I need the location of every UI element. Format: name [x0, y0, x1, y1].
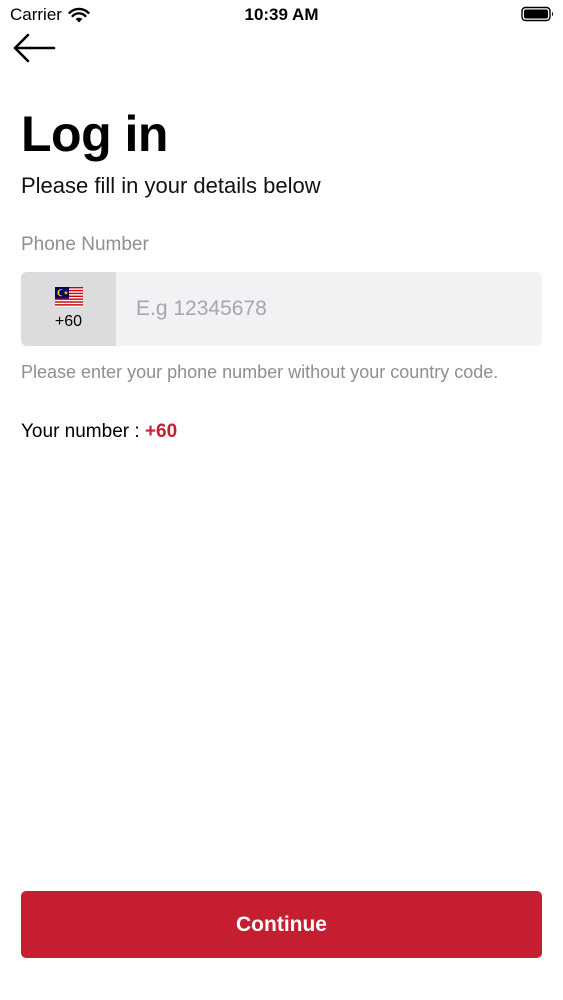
back-button[interactable]	[12, 32, 58, 64]
continue-button[interactable]: Continue	[21, 891, 542, 958]
phone-number-input[interactable]	[116, 272, 542, 346]
page-subtitle: Please fill in your details below	[21, 173, 321, 198]
arrow-left-icon	[13, 33, 56, 63]
your-number-label: Your number :	[21, 421, 140, 442]
phone-field: +60	[21, 272, 542, 346]
your-number-value: +60	[144, 421, 178, 442]
malaysia-flag-icon	[54, 287, 83, 307]
country-code-picker[interactable]: +60	[21, 272, 116, 346]
status-time: 10:39 AM	[244, 5, 319, 24]
phone-helper-text: Please enter your phone number without y…	[21, 362, 499, 382]
country-code: +60	[54, 313, 83, 330]
status-bar: Carrier 10:39 AM	[0, 0, 563, 30]
your-number-preview: Your number : +60	[21, 421, 177, 443]
phone-number-label: Phone Number	[21, 234, 149, 255]
battery-icon	[521, 6, 553, 22]
page-title: Log in	[21, 106, 168, 162]
